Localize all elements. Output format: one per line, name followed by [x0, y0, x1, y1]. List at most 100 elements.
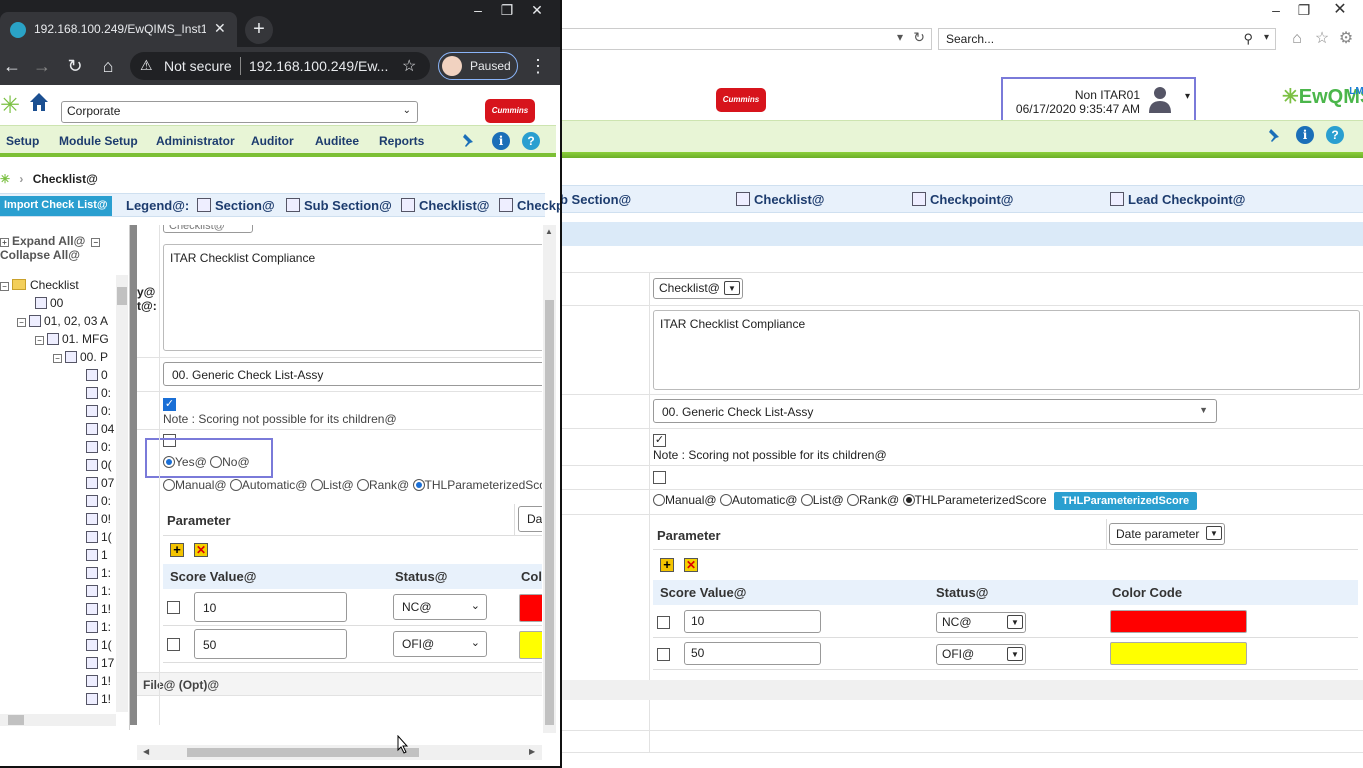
tree-scrollbar[interactable]: [116, 275, 128, 712]
form-hscrollbar[interactable]: ◀ ▶: [137, 745, 542, 760]
radio-automatic[interactable]: [229, 479, 242, 491]
description-textarea[interactable]: ITAR Checklist Compliance: [653, 310, 1360, 390]
radio-manual[interactable]: [163, 479, 175, 491]
menu-reports[interactable]: Reports: [379, 134, 424, 148]
refresh-icon[interactable]: ↻: [913, 29, 925, 46]
info-icon[interactable]: i: [1296, 126, 1314, 144]
radio-rank[interactable]: [846, 494, 859, 506]
menu-auditor[interactable]: Auditor: [251, 134, 294, 148]
menu-auditee[interactable]: Auditee: [315, 134, 359, 148]
status-select[interactable]: NC@ ▼: [936, 612, 1026, 633]
pin-icon[interactable]: [1266, 127, 1284, 145]
profile-paused-button[interactable]: Paused: [438, 52, 518, 80]
close-tab-icon[interactable]: ✕: [214, 20, 226, 37]
tree-leaf[interactable]: 0:: [86, 386, 111, 400]
add-row-icon[interactable]: +: [660, 558, 674, 572]
tree-node[interactable]: −01, 02, 03 A: [17, 314, 108, 328]
color-swatch[interactable]: [519, 594, 542, 622]
tree-leaf[interactable]: 1:: [86, 584, 111, 598]
status-select[interactable]: OFI@ ▼: [936, 644, 1026, 665]
radio-list[interactable]: [800, 494, 813, 506]
tree-node[interactable]: 00: [35, 296, 63, 310]
score-input[interactable]: 10: [684, 610, 821, 633]
tree-node[interactable]: −01. MFG: [35, 332, 109, 346]
radio-no[interactable]: [210, 456, 223, 468]
menu-kebab-icon[interactable]: ⋮: [526, 55, 550, 77]
score-input[interactable]: 50: [194, 629, 347, 659]
row-checkbox[interactable]: [657, 616, 670, 629]
description-textarea[interactable]: ITAR Checklist Compliance: [163, 244, 542, 351]
user-menu-chevron-icon[interactable]: ▾: [1185, 91, 1190, 102]
status-select[interactable]: NC@ ⌄: [393, 594, 487, 620]
tree-leaf[interactable]: 1(: [86, 638, 112, 652]
status-select[interactable]: OFI@ ⌄: [393, 631, 487, 657]
browser-tab[interactable]: 192.168.100.249/EwQIMS_Inst1/c ✕: [0, 12, 237, 47]
color-swatch[interactable]: [519, 631, 542, 659]
search-icon[interactable]: ⚲: [1243, 31, 1253, 47]
menu-module-setup[interactable]: Module Setup: [59, 134, 138, 148]
bookmark-star-icon[interactable]: ☆: [402, 56, 416, 76]
ie-search-box[interactable]: Search... ⚲ ▾: [938, 28, 1276, 50]
radio-rank[interactable]: [356, 479, 369, 491]
tree-leaf[interactable]: 0:: [86, 494, 111, 508]
maximize-button[interactable]: ❐: [1290, 0, 1318, 20]
warning-icon[interactable]: ⚠: [140, 57, 153, 74]
parent-checklist-select[interactable]: 00. Generic Check List-Assy ▼: [653, 399, 1217, 423]
reload-icon[interactable]: ↻: [63, 55, 87, 77]
tree-leaf[interactable]: 1(: [86, 530, 112, 544]
delete-row-icon[interactable]: ✕: [194, 543, 208, 557]
score-input[interactable]: 50: [684, 642, 821, 665]
expand-all-button[interactable]: + Expand All@ −: [0, 234, 103, 248]
form-hscroll-thumb[interactable]: [187, 748, 419, 757]
pin-icon[interactable]: [460, 132, 478, 150]
user-avatar-icon[interactable]: [1146, 84, 1174, 114]
forward-icon[interactable]: →: [30, 55, 54, 77]
minimize-button[interactable]: –: [1262, 0, 1290, 20]
menu-setup[interactable]: Setup: [6, 134, 39, 148]
menu-administrator[interactable]: Administrator: [156, 134, 235, 148]
score-input[interactable]: 10: [194, 592, 347, 622]
type-select[interactable]: Checklist@ ▼: [653, 278, 743, 299]
help-icon[interactable]: ?: [522, 132, 540, 150]
color-swatch[interactable]: [1110, 610, 1247, 633]
back-icon[interactable]: ←: [0, 55, 24, 77]
form-scrollbar[interactable]: ▲: [543, 225, 556, 733]
tree-leaf[interactable]: 0: [86, 368, 108, 382]
radio-thl[interactable]: [412, 479, 425, 491]
tree-leaf[interactable]: 1!: [86, 602, 111, 616]
add-row-icon[interactable]: +: [170, 543, 184, 557]
tree-leaf[interactable]: 1:: [86, 620, 111, 634]
type-select[interactable]: Checklist@: [163, 225, 253, 233]
info-icon[interactable]: i: [492, 132, 510, 150]
search-dropdown-icon[interactable]: ▾: [1264, 32, 1269, 43]
parameter-select[interactable]: Da: [518, 506, 542, 532]
new-tab-button[interactable]: +: [245, 16, 273, 44]
scroll-left-icon[interactable]: ◀: [143, 747, 149, 756]
tree-hscroll-thumb[interactable]: [8, 715, 24, 725]
radio-list[interactable]: [310, 479, 323, 491]
home-icon[interactable]: ⌂: [1287, 28, 1307, 50]
tree-leaf[interactable]: 1: [86, 548, 108, 562]
tree-node[interactable]: −00. P: [53, 350, 108, 364]
close-button[interactable]: ✕: [1317, 0, 1363, 20]
dropdown-icon[interactable]: ▾: [897, 30, 903, 44]
tree-leaf[interactable]: 0(: [86, 458, 112, 472]
favorites-icon[interactable]: ☆: [1312, 28, 1332, 50]
row-checkbox[interactable]: [657, 648, 670, 661]
settings-icon[interactable]: ⚙: [1336, 28, 1356, 50]
thl-score-button[interactable]: THLParameterizedScore: [1053, 492, 1198, 510]
form-scroll-thumb[interactable]: [545, 300, 554, 725]
close-window-button[interactable]: ✕: [522, 0, 552, 20]
tree-leaf[interactable]: 0:: [86, 404, 111, 418]
home-icon[interactable]: ⌂: [96, 55, 120, 77]
scoring-checkbox[interactable]: ✓: [163, 398, 176, 411]
tree-scroll-thumb[interactable]: [117, 287, 127, 305]
tree-hscrollbar[interactable]: [0, 714, 116, 726]
ie-address-bar[interactable]: ▾ ↻: [560, 28, 932, 50]
tree-leaf[interactable]: 07: [86, 476, 114, 490]
collapse-all-button[interactable]: Collapse All@: [0, 248, 80, 262]
tree-root[interactable]: − Checklist: [0, 278, 79, 292]
company-select[interactable]: Corporate ⌄: [61, 101, 418, 123]
radio-thl[interactable]: [902, 494, 915, 506]
tree-leaf[interactable]: 04: [86, 422, 114, 436]
